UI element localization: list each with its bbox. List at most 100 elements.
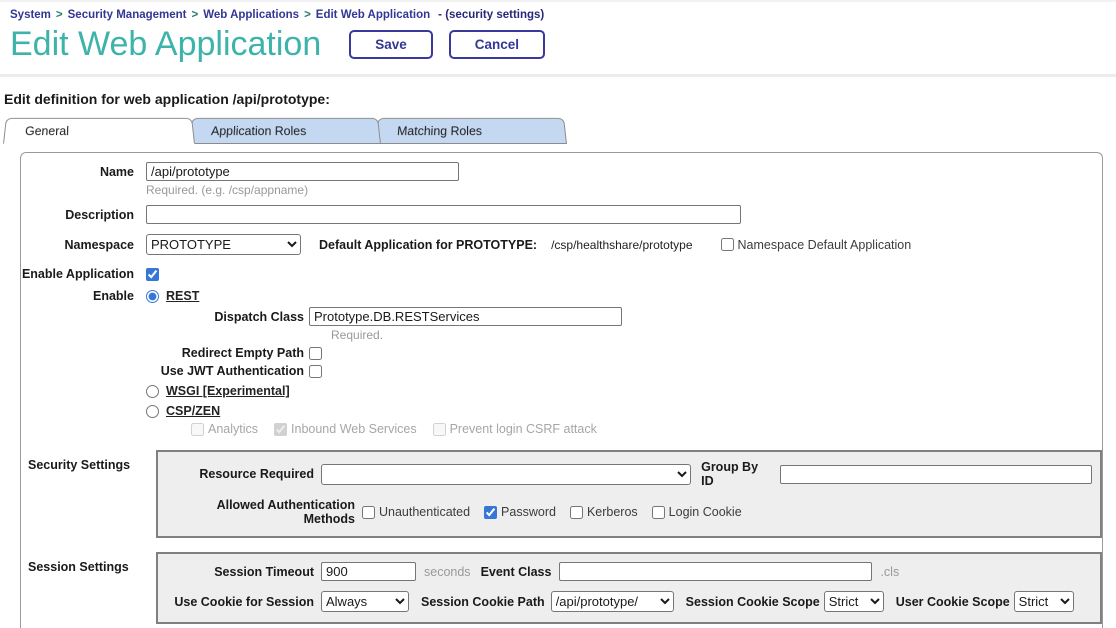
rest-link[interactable]: REST bbox=[166, 289, 199, 303]
cancel-button[interactable]: Cancel bbox=[449, 30, 545, 59]
dispatch-class-row: Dispatch Class bbox=[21, 307, 1102, 326]
enable-application-row: Enable Application bbox=[21, 267, 1102, 281]
namespace-select[interactable]: PROTOTYPE bbox=[146, 234, 301, 255]
default-application-value: /csp/healthshare/prototype bbox=[551, 238, 692, 252]
seconds-unit: seconds bbox=[424, 565, 471, 579]
page-header: System > Security Management > Web Applicati… bbox=[0, 0, 1116, 77]
resource-required-row: Resource Required Group By ID bbox=[166, 460, 1092, 488]
session-settings-label: Session Settings bbox=[21, 552, 134, 574]
session-cookie-path-label: Session Cookie Path bbox=[421, 595, 545, 609]
use-jwt-checkbox[interactable] bbox=[309, 365, 322, 378]
inbound-web-services-checkbox bbox=[274, 423, 287, 436]
description-input[interactable] bbox=[146, 205, 741, 224]
save-button[interactable]: Save bbox=[349, 30, 433, 59]
description-row: Description bbox=[21, 205, 1102, 224]
unauthenticated-option[interactable]: Unauthenticated bbox=[362, 505, 470, 519]
dispatch-class-hint: Required. bbox=[331, 326, 1102, 342]
enable-label: Enable bbox=[21, 289, 134, 303]
session-timeout-label: Session Timeout bbox=[166, 565, 314, 579]
enable-application-label: Enable Application bbox=[21, 267, 134, 281]
inbound-web-services-checkbox-label: Inbound Web Services bbox=[291, 422, 417, 436]
resource-required-select[interactable] bbox=[321, 464, 691, 485]
wsgi-link[interactable]: WSGI [Experimental] bbox=[166, 384, 290, 398]
dispatch-class-label: Dispatch Class bbox=[146, 310, 304, 324]
unauthenticated-checkbox[interactable] bbox=[362, 506, 375, 519]
breadcrumb-link-system[interactable]: System bbox=[10, 9, 51, 21]
session-settings-panel: Session Timeout seconds Event Class .cls… bbox=[156, 552, 1102, 624]
security-settings-label: Security Settings bbox=[21, 450, 134, 472]
name-input[interactable] bbox=[146, 162, 459, 181]
session-timeout-row: Session Timeout seconds Event Class .cls bbox=[166, 562, 1092, 581]
breadcrumb-link-security-management[interactable]: Security Management bbox=[68, 9, 187, 21]
default-application-label: Default Application for PROTOTYPE: bbox=[319, 238, 537, 252]
namespace-default-application-checkbox[interactable] bbox=[721, 238, 734, 251]
tab-application-roles[interactable]: Application Roles bbox=[189, 118, 381, 144]
description-label: Description bbox=[21, 208, 134, 222]
login-cookie-label: Login Cookie bbox=[669, 505, 742, 519]
breadcrumb-link-edit-web-application[interactable]: Edit Web Application bbox=[316, 9, 430, 21]
kerberos-checkbox[interactable] bbox=[570, 506, 583, 519]
cookie-settings-row: Use Cookie for Session Always Session Co… bbox=[166, 591, 1092, 612]
event-class-input[interactable] bbox=[559, 562, 872, 581]
name-label: Name bbox=[21, 165, 134, 179]
analytics-checkbox bbox=[191, 423, 204, 436]
page-title: Edit Web Application bbox=[10, 25, 321, 64]
general-tab-panel: Name Required. (e.g. /csp/appname) Descr… bbox=[20, 152, 1103, 628]
wsgi-row: WSGI [Experimental] bbox=[21, 384, 1102, 398]
use-jwt-label: Use JWT Authentication bbox=[146, 364, 304, 378]
namespace-default-application-option[interactable]: Namespace Default Application bbox=[721, 238, 912, 252]
group-by-id-label: Group By ID bbox=[701, 460, 772, 488]
group-by-id-input[interactable] bbox=[780, 465, 1092, 484]
tab-strip: General Application Roles Matching Roles bbox=[3, 117, 1116, 144]
breadcrumb-separator: > bbox=[304, 9, 311, 21]
use-cookie-label: Use Cookie for Session bbox=[166, 595, 314, 609]
session-cookie-path-select[interactable]: /api/prototype/ bbox=[551, 591, 674, 612]
rest-radio[interactable] bbox=[146, 290, 159, 303]
password-checkbox[interactable] bbox=[484, 506, 497, 519]
dispatch-class-input[interactable] bbox=[309, 307, 622, 326]
breadcrumb: System > Security Management > Web Applicati… bbox=[0, 2, 1116, 23]
name-hint: Required. (e.g. /csp/appname) bbox=[146, 181, 1102, 197]
tab-matching-roles[interactable]: Matching Roles bbox=[375, 118, 567, 144]
redirect-empty-path-row: Redirect Empty Path bbox=[21, 346, 1102, 360]
wsgi-radio[interactable] bbox=[146, 385, 159, 398]
session-cookie-scope-select[interactable]: Strict bbox=[824, 591, 884, 612]
resource-required-label: Resource Required bbox=[166, 467, 314, 481]
session-timeout-input[interactable] bbox=[321, 562, 416, 581]
kerberos-option[interactable]: Kerberos bbox=[570, 505, 638, 519]
tab-general[interactable]: General bbox=[3, 118, 195, 144]
breadcrumb-separator: > bbox=[56, 9, 63, 21]
redirect-empty-path-checkbox[interactable] bbox=[309, 347, 322, 360]
breadcrumb-link-web-applications[interactable]: Web Applications bbox=[203, 9, 299, 21]
use-jwt-row: Use JWT Authentication bbox=[21, 364, 1102, 378]
password-option[interactable]: Password bbox=[484, 505, 556, 519]
name-row: Name bbox=[21, 162, 1102, 181]
security-settings-row: Security Settings Resource Required Grou… bbox=[21, 450, 1102, 538]
login-cookie-checkbox[interactable] bbox=[652, 506, 665, 519]
csp-sub-options-row: Analytics Inbound Web Services Prevent l… bbox=[21, 422, 1102, 436]
kerberos-label: Kerberos bbox=[587, 505, 638, 519]
login-cookie-option[interactable]: Login Cookie bbox=[652, 505, 742, 519]
session-cookie-scope-label: Session Cookie Scope bbox=[686, 595, 820, 609]
session-settings-row: Session Settings Session Timeout seconds… bbox=[21, 552, 1102, 624]
user-cookie-scope-select[interactable]: Strict bbox=[1014, 591, 1074, 612]
breadcrumb-separator: > bbox=[192, 9, 199, 21]
analytics-checkbox-label: Analytics bbox=[208, 422, 258, 436]
cspzen-link[interactable]: CSP/ZEN bbox=[166, 404, 220, 418]
use-cookie-select[interactable]: Always bbox=[321, 591, 409, 612]
auth-methods-row: Allowed Authentication Methods Unauthent… bbox=[166, 498, 1092, 526]
namespace-label: Namespace bbox=[21, 238, 134, 252]
enable-application-checkbox[interactable] bbox=[146, 268, 159, 281]
namespace-default-application-checkbox-label: Namespace Default Application bbox=[738, 238, 912, 252]
password-label: Password bbox=[501, 505, 556, 519]
cspzen-radio[interactable] bbox=[146, 405, 159, 418]
security-settings-panel: Resource Required Group By ID Allowed Au… bbox=[156, 450, 1102, 538]
namespace-row: Namespace PROTOTYPE Default Application … bbox=[21, 234, 1102, 255]
cls-unit: .cls bbox=[880, 565, 899, 579]
breadcrumb-suffix: - (security settings) bbox=[438, 9, 544, 21]
user-cookie-scope-label: User Cookie Scope bbox=[896, 595, 1010, 609]
prevent-csrf-checkbox-label: Prevent login CSRF attack bbox=[450, 422, 597, 436]
redirect-empty-path-label: Redirect Empty Path bbox=[146, 346, 304, 360]
unauthenticated-label: Unauthenticated bbox=[379, 505, 470, 519]
cspzen-row: CSP/ZEN bbox=[21, 404, 1102, 418]
